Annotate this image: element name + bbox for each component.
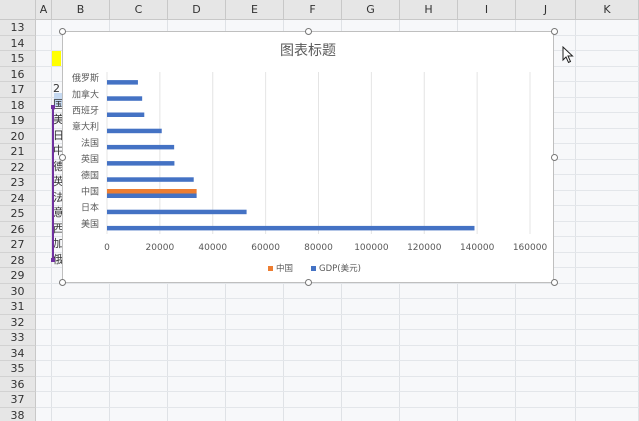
y-category-label: 法国 [81,137,99,149]
row-header-26[interactable]: 26 [0,221,36,237]
x-tick-label: 140000 [460,243,495,253]
column-header-j[interactable]: J [516,0,576,20]
row-header-27[interactable]: 27 [0,237,36,253]
bar-gdp [107,161,175,166]
legend-swatch [311,266,316,271]
row-header-18[interactable]: 18 [0,97,36,113]
row-header-23[interactable]: 23 [0,175,36,191]
column-header-c[interactable]: C [110,0,168,20]
row-gridline [36,406,639,408]
y-category-label: 西班牙 [72,105,99,117]
select-all-corner[interactable] [0,0,36,20]
y-category-label: 俄罗斯 [72,72,99,84]
row-header-38[interactable]: 38 [0,407,36,421]
row-header-31[interactable]: 31 [0,299,36,315]
x-tick-label: 60000 [251,243,280,253]
column-header-k[interactable]: K [576,0,639,20]
row-header-29[interactable]: 29 [0,268,36,284]
column-header-b[interactable]: B [52,0,110,20]
resize-handle-bottom[interactable] [305,279,312,286]
resize-handle-top-right[interactable] [551,28,558,35]
x-tick-label: 80000 [304,243,333,253]
row-header-34[interactable]: 34 [0,345,36,361]
row-header-35[interactable]: 35 [0,361,36,377]
row-header-25[interactable]: 25 [0,206,36,222]
bar-gdp [107,177,194,182]
bar-gdp [107,225,475,231]
bar-gdp [107,209,247,215]
legend-label: 中国 [276,263,293,274]
row-header-20[interactable]: 20 [0,128,36,144]
resize-handle-bottom-left[interactable] [59,279,66,286]
bar-gdp [107,112,145,117]
row-header-28[interactable]: 28 [0,252,36,268]
row-header-13[interactable]: 13 [0,20,36,36]
bar-gdp [107,128,162,134]
row-header-19[interactable]: 19 [0,113,36,129]
row-gridline [36,313,639,315]
bar-gdp [107,193,197,198]
highlighted-cell-b15[interactable] [52,51,61,66]
bar-gdp [107,96,143,101]
resize-handle-top-left[interactable] [59,28,66,35]
row-header-21[interactable]: 21 [0,144,36,160]
range-selection-handle-bottom[interactable] [51,258,55,262]
range-selection-border[interactable] [52,107,54,260]
row-header-22[interactable]: 22 [0,159,36,175]
resize-handle-left[interactable] [59,154,66,161]
x-tick-label: 100000 [354,243,389,253]
row-header-32[interactable]: 32 [0,314,36,330]
range-selection-handle-top[interactable] [51,105,55,109]
y-category-label: 意大利 [72,121,99,133]
y-category-label: 英国 [81,153,99,165]
row-gridline [36,375,639,377]
y-category-label: 日本 [81,202,99,214]
x-tick-label: 40000 [198,243,227,253]
chart-object[interactable]: 图表标题 0 20000 40000 60000 80000 100000 120000 14… [62,31,554,283]
y-category-label: 加拿大 [72,88,99,100]
resize-handle-right[interactable] [551,154,558,161]
chart-plot: 0 20000 40000 60000 80000 100000 120000 140000 1… [72,72,548,274]
column-header-d[interactable]: D [168,0,226,20]
resize-handle-bottom-right[interactable] [551,279,558,286]
spreadsheet: ABCDEFGHIJK 13 14 15 16 17 18 19 20 21 22 23 24 25 26… [0,0,639,421]
column-header-g[interactable]: G [342,0,400,20]
x-tick-label: 0 [104,243,110,253]
bar-gdp [107,80,138,85]
row-header-24[interactable]: 24 [0,190,36,206]
column-header-f[interactable]: F [284,0,342,20]
row-gridline [36,391,639,392]
column-header-h[interactable]: H [400,0,458,20]
row-gridline [36,344,639,346]
y-category-label: 美国 [81,218,99,230]
bar-china [107,189,197,194]
row-gridline [36,360,639,361]
legend-label: GDP(美元) [319,263,361,274]
row-gridline [36,329,639,330]
legend-swatch [268,266,273,271]
x-tick-label: 120000 [407,243,442,253]
resize-handle-top[interactable] [305,28,312,35]
x-tick-label: 160000 [513,243,548,253]
y-category-label: 德国 [81,169,99,181]
row-header-33[interactable]: 33 [0,330,36,346]
column-header-a[interactable]: A [36,0,52,20]
row-header-37[interactable]: 37 [0,392,36,408]
column-header-i[interactable]: I [458,0,516,20]
row-gridline [36,298,639,299]
row-header-14[interactable]: 14 [0,35,36,51]
row-header-15[interactable]: 15 [0,51,36,67]
row-header-16[interactable]: 16 [0,66,36,82]
column-header-e[interactable]: E [226,0,284,20]
bar-gdp [107,144,175,150]
y-category-label: 中国 [81,186,99,198]
row-header-36[interactable]: 36 [0,376,36,392]
mouse-pointer-icon [562,46,574,64]
row-header-17[interactable]: 17 [0,82,36,98]
x-tick-label: 20000 [146,243,175,253]
row-header-30[interactable]: 30 [0,283,36,299]
